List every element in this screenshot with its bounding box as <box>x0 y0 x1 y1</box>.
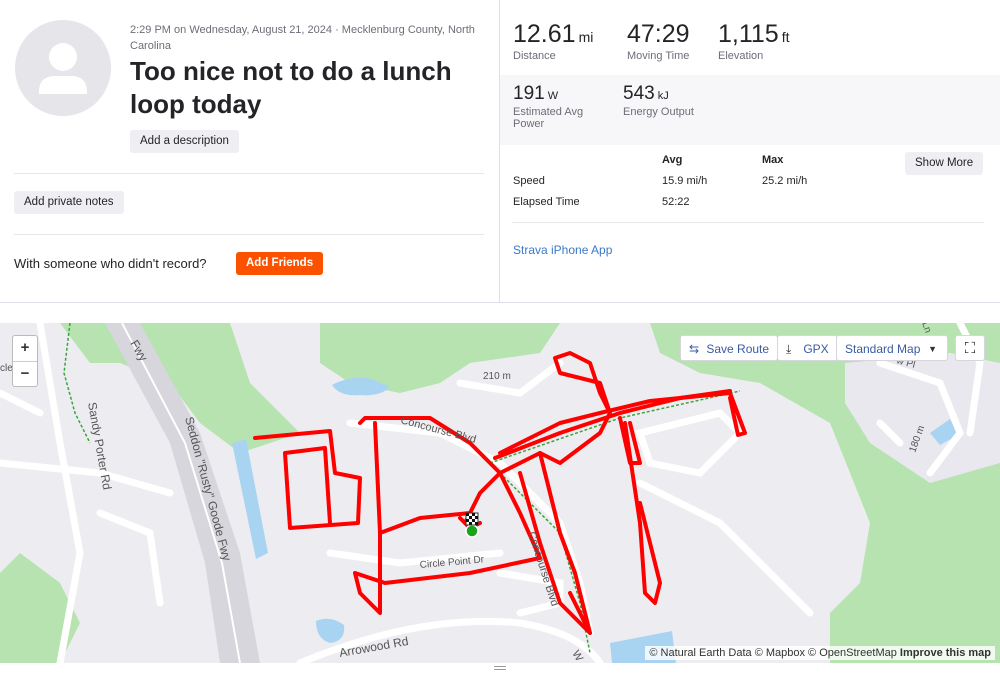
activity-stats: 12.61 mi Distance 47:29 Moving Time 1,115… <box>500 0 1000 302</box>
moving-time-label: Moving Time <box>627 50 690 62</box>
divider <box>512 222 984 223</box>
user-icon <box>39 43 87 94</box>
route-map[interactable]: Fwy Sandy Porter Rd Seddon "Rusty" Goode… <box>0 323 1000 663</box>
stat-elevation: 1,115 ft Elevation <box>718 20 790 62</box>
divider <box>14 234 484 235</box>
attribution-text: © Natural Earth Data © Mapbox © OpenStre… <box>649 647 897 659</box>
elapsed-avg: 52:22 <box>662 196 690 208</box>
power-value: 191 <box>513 83 545 104</box>
energy-unit: kJ <box>657 90 669 102</box>
water-body <box>316 618 345 643</box>
activity-header-panel: 2:29 PM on Wednesday, August 21, 2024 · … <box>0 0 1000 303</box>
map-style-dropdown[interactable]: Standard Map ▼ <box>836 335 948 361</box>
download-icon: ⤓ <box>786 342 792 356</box>
activity-summary: 2:29 PM on Wednesday, August 21, 2024 · … <box>0 0 500 302</box>
row-label-elapsed: Elapsed Time <box>513 196 580 208</box>
add-private-notes-button[interactable]: Add private notes <box>14 191 124 214</box>
label-w: W <box>569 649 585 664</box>
col-avg-header: Avg <box>662 154 683 166</box>
col-max-header: Max <box>762 154 784 166</box>
power-label: Estimated Avg Power <box>513 106 584 130</box>
activity-route <box>253 351 747 635</box>
power-unit: W <box>547 90 559 102</box>
stat-energy: 543 kJ Energy Output <box>623 83 694 118</box>
save-route-label: Save Route <box>706 342 770 356</box>
stat-power: 191 W Estimated Avg Power <box>513 83 608 130</box>
activity-meta: 2:29 PM on Wednesday, August 21, 2024 · … <box>130 24 475 52</box>
energy-label: Energy Output <box>623 106 694 118</box>
label-elev-210: 210 m <box>483 371 511 382</box>
gpx-label: GPX <box>803 342 829 356</box>
energy-value: 543 <box>623 83 655 104</box>
zoom-out-button[interactable]: − <box>13 362 37 387</box>
speed-max: 25.2 mi/h <box>762 175 808 187</box>
caret-down-icon: ▼ <box>928 344 937 354</box>
save-route-button[interactable]: ⇆ Save Route <box>680 335 779 361</box>
stat-moving-time: 47:29 Moving Time <box>627 20 690 62</box>
label-sandy-porter: Sandy Porter Rd <box>85 401 114 491</box>
start-marker[interactable] <box>465 524 479 538</box>
distance-label: Distance <box>513 50 556 62</box>
distance-value: 12.61 <box>513 20 576 48</box>
stat-distance: 12.61 mi Distance <box>513 20 593 62</box>
speed-avg: 15.9 mi/h <box>662 175 708 187</box>
improve-map-link[interactable]: Improve this map <box>900 647 991 659</box>
water-body <box>232 439 268 559</box>
grip-icon <box>494 666 506 667</box>
avatar[interactable] <box>15 20 111 116</box>
route-icon: ⇆ <box>689 342 700 356</box>
map-attribution: © Natural Earth Data © Mapbox © OpenStre… <box>645 646 995 660</box>
label-concourse-2: Concourse Blvd <box>525 530 560 608</box>
activity-title[interactable]: Too nice not to do a lunch loop today <box>130 55 490 121</box>
fullscreen-icon[interactable]: ⛶ <box>955 335 985 361</box>
elevation-label: Elevation <box>718 50 764 62</box>
secondary-stats-band: 191 W Estimated Avg Power 543 kJ Energy Ou… <box>500 75 1000 145</box>
row-label-speed: Speed <box>513 175 545 187</box>
divider <box>14 173 484 174</box>
zoom-control: + − <box>12 335 38 387</box>
map-canvas[interactable]: Fwy Sandy Porter Rd Seddon "Rusty" Goode… <box>0 323 1000 663</box>
add-description-button[interactable]: Add a description <box>130 130 239 153</box>
grip-icon <box>494 669 506 670</box>
distance-unit: mi <box>578 29 594 45</box>
show-more-button[interactable]: Show More <box>905 152 984 175</box>
zoom-in-button[interactable]: + <box>13 336 37 362</box>
gpx-button[interactable]: ⤓ GPX <box>777 335 838 361</box>
elevation-unit: ft <box>781 29 790 45</box>
with-someone-text: With someone who didn't record? <box>14 256 207 271</box>
device-link[interactable]: Strava iPhone App <box>513 243 612 257</box>
add-friends-button[interactable]: Add Friends <box>236 252 324 275</box>
moving-time-value: 47:29 <box>627 20 690 48</box>
map-resize-handle[interactable] <box>0 663 1000 675</box>
map-style-label: Standard Map <box>845 342 921 356</box>
elevation-value: 1,115 <box>718 20 779 48</box>
